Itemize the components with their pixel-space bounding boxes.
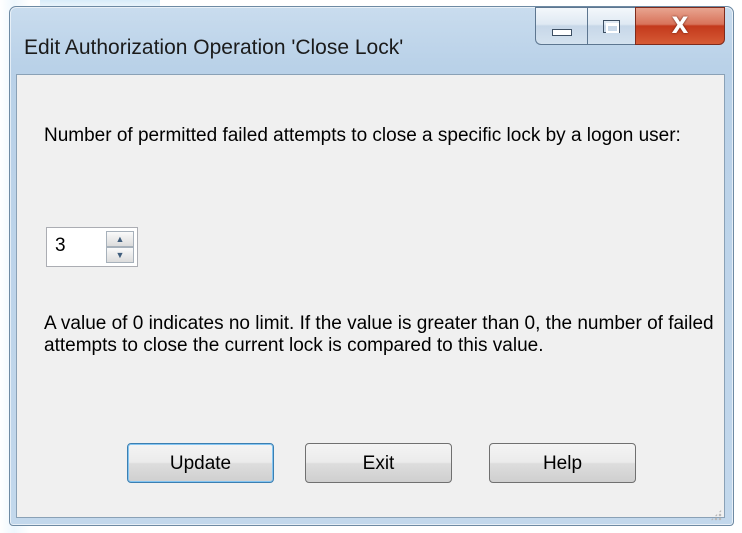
maximize-icon bbox=[603, 19, 620, 33]
update-button[interactable]: Update bbox=[127, 443, 274, 483]
attempts-prompt-label: Number of permitted failed attempts to c… bbox=[44, 125, 681, 146]
close-button[interactable]: X bbox=[635, 7, 725, 45]
close-icon: X bbox=[671, 13, 689, 39]
limit-explanation-text: A value of 0 indicates no limit. If the … bbox=[44, 313, 714, 356]
maximize-button[interactable] bbox=[587, 7, 635, 45]
spin-buttons: ▲ ▼ bbox=[106, 231, 134, 263]
spin-down-arrow-icon[interactable]: ▼ bbox=[106, 247, 134, 263]
minimize-icon bbox=[551, 28, 572, 36]
attempts-stepper[interactable]: 3 ▲ ▼ bbox=[46, 227, 138, 267]
title-bar[interactable]: Edit Authorization Operation 'Close Lock… bbox=[10, 7, 733, 75]
minimize-button[interactable] bbox=[535, 7, 587, 45]
window-title: Edit Authorization Operation 'Close Lock… bbox=[24, 36, 404, 59]
exit-button[interactable]: Exit bbox=[305, 443, 452, 483]
spin-up-arrow-icon[interactable]: ▲ bbox=[106, 231, 134, 247]
caption-buttons: X bbox=[535, 7, 725, 47]
help-button[interactable]: Help bbox=[489, 443, 636, 483]
attempts-value[interactable]: 3 bbox=[55, 235, 66, 257]
